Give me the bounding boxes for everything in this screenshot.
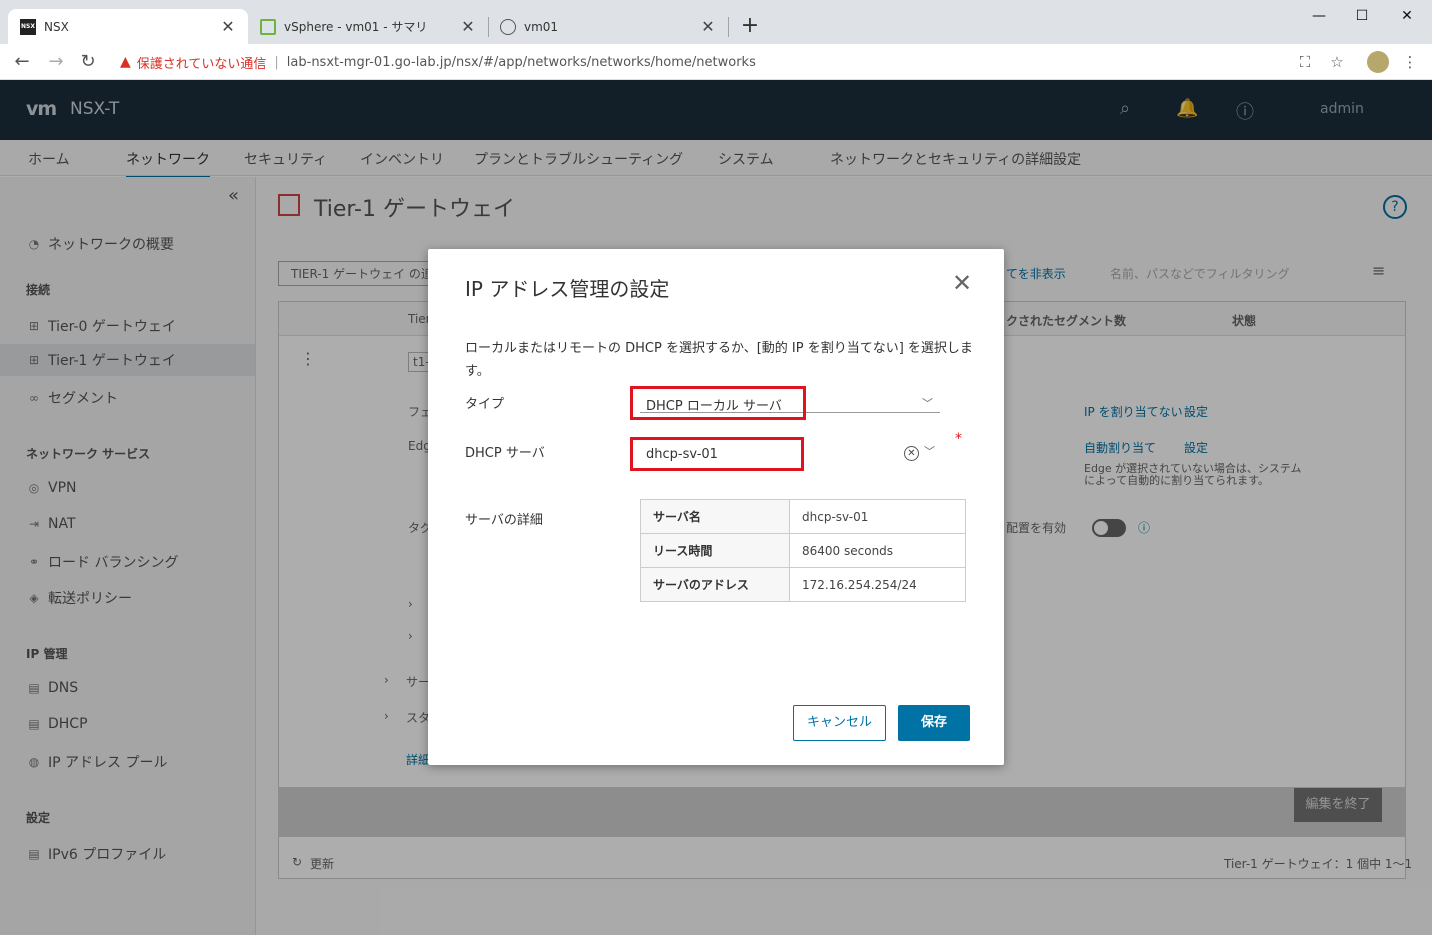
tab-title: vm01 bbox=[524, 19, 559, 34]
forward-icon[interactable]: → bbox=[44, 50, 68, 74]
table-row: サーバのアドレス 172.16.254.254/24 bbox=[640, 567, 966, 602]
detail-value: 172.16.254.254/24 bbox=[789, 567, 966, 602]
highlight-box bbox=[630, 386, 806, 420]
server-details-label: サーバの詳細 bbox=[465, 513, 543, 528]
detail-key: リース時間 bbox=[640, 533, 790, 568]
globe-favicon-icon bbox=[500, 18, 516, 35]
tab-vsphere[interactable]: vSphere - vm01 - サマリ ✕ bbox=[248, 9, 488, 44]
address-bar: ← → ↻ ▲ 保護されていない通信 | lab-nsxt-mgr-01.go-… bbox=[0, 44, 1432, 80]
required-indicator: * bbox=[955, 431, 962, 447]
url-field[interactable]: ▲ 保護されていない通信 | lab-nsxt-mgr-01.go-lab.jp… bbox=[106, 48, 1356, 76]
tab-nsx[interactable]: NSX NSX ✕ bbox=[8, 9, 248, 44]
close-icon[interactable]: ✕ bbox=[952, 271, 972, 295]
security-warning[interactable]: 保護されていない通信 bbox=[137, 53, 267, 72]
cancel-button[interactable]: キャンセル bbox=[793, 705, 886, 741]
tab-vm01[interactable]: vm01 ✕ bbox=[488, 9, 728, 44]
tab-title: vSphere - vm01 - サマリ bbox=[284, 20, 428, 34]
detail-value: 86400 seconds bbox=[789, 533, 966, 568]
warning-icon: ▲ bbox=[120, 54, 131, 70]
dhcp-server-label: DHCP サーバ bbox=[465, 446, 545, 461]
detail-key: サーバのアドレス bbox=[640, 567, 790, 602]
url-divider: | bbox=[274, 54, 279, 70]
type-label: タイプ bbox=[465, 397, 505, 412]
profile-avatar[interactable] bbox=[1367, 51, 1389, 73]
ip-management-dialog: IP アドレス管理の設定 ✕ ローカルまたはリモートの DHCP を選択するか、… bbox=[428, 249, 1004, 765]
close-icon[interactable]: ✕ bbox=[700, 17, 716, 36]
close-icon[interactable]: ✕ bbox=[460, 17, 476, 36]
window-close-button[interactable]: ✕ bbox=[1384, 4, 1430, 28]
dialog-description: ローカルまたはリモートの DHCP を選択するか、[動的 IP を割り当てない]… bbox=[465, 341, 973, 379]
url-text[interactable]: lab-nsxt-mgr-01.go-lab.jp/nsx/#/app/netw… bbox=[287, 55, 756, 70]
table-row: リース時間 86400 seconds bbox=[640, 533, 966, 568]
server-details-table: サーバ名 dhcp-sv-01 リース時間 86400 seconds サーバの… bbox=[640, 499, 966, 602]
minimize-button[interactable]: — bbox=[1296, 4, 1342, 28]
maximize-button[interactable]: ☐ bbox=[1339, 4, 1385, 28]
browser-titlebar: NSX NSX ✕ vSphere - vm01 - サマリ ✕ vm01 ✕ … bbox=[0, 0, 1432, 44]
menu-kebab-icon[interactable]: ⋮ bbox=[1398, 50, 1422, 74]
chevron-down-icon[interactable]: ﹀ bbox=[924, 443, 935, 459]
bookmark-star-icon[interactable]: ☆ bbox=[1325, 50, 1349, 74]
chevron-down-icon[interactable]: ﹀ bbox=[922, 395, 933, 411]
dialog-title: IP アドレス管理の設定 bbox=[465, 277, 670, 301]
tab-title: NSX bbox=[44, 19, 69, 34]
nsx-favicon-icon: NSX bbox=[20, 18, 36, 35]
clear-icon[interactable]: ✕ bbox=[904, 446, 919, 461]
detail-value: dhcp-sv-01 bbox=[789, 499, 966, 534]
tab-separator bbox=[728, 17, 729, 37]
back-icon[interactable]: ← bbox=[10, 50, 34, 74]
close-icon[interactable]: ✕ bbox=[220, 17, 236, 36]
translate-icon[interactable]: ⛶ bbox=[1293, 50, 1317, 74]
table-row: サーバ名 dhcp-sv-01 bbox=[640, 499, 966, 534]
highlight-box bbox=[630, 437, 804, 471]
detail-key: サーバ名 bbox=[640, 499, 790, 534]
reload-icon[interactable]: ↻ bbox=[76, 50, 100, 74]
new-tab-button[interactable]: + bbox=[738, 14, 762, 38]
vsphere-favicon-icon bbox=[260, 18, 276, 35]
save-button[interactable]: 保存 bbox=[898, 705, 970, 741]
